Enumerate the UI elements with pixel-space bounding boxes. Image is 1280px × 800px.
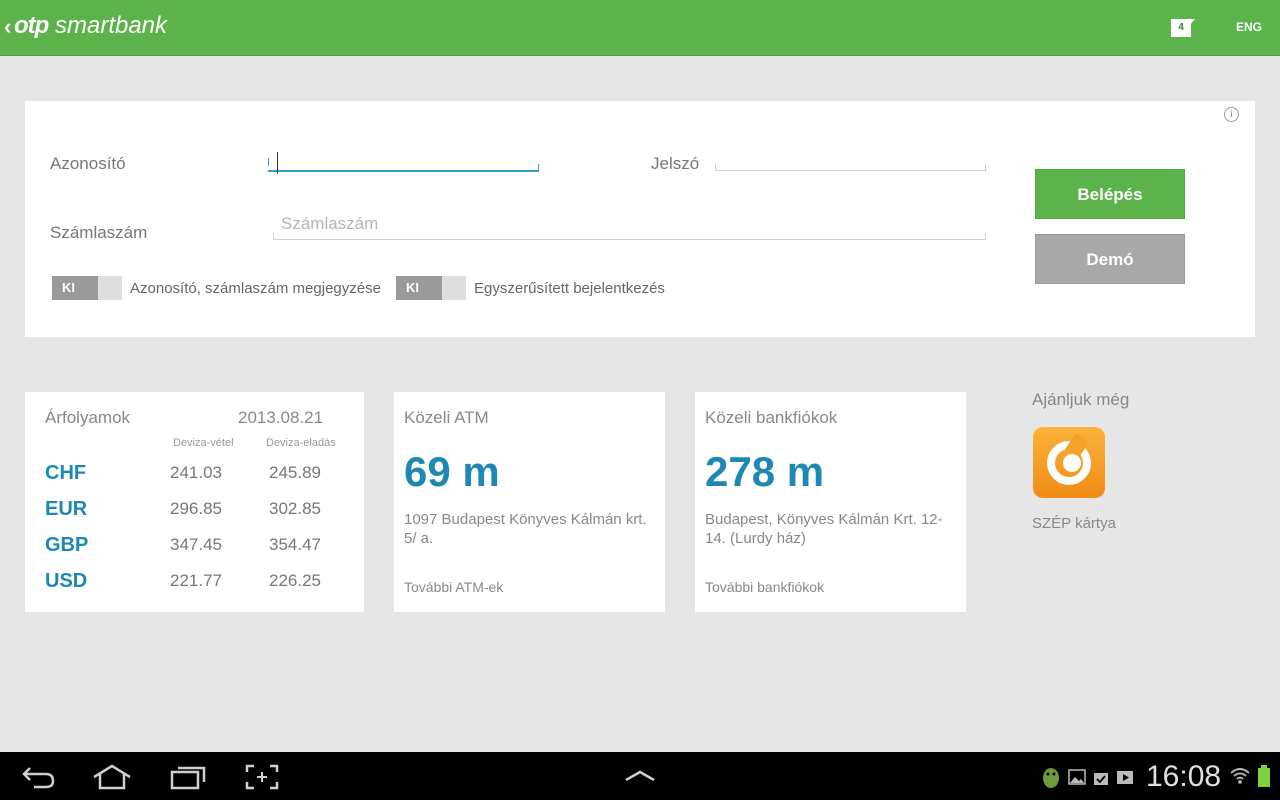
recent-apps-icon[interactable] xyxy=(170,764,206,790)
login-panel: i Azonosító Jelszó Számlaszám Számlaszám… xyxy=(25,101,1255,337)
sell-rate: 354.47 xyxy=(269,535,321,554)
nearby-branches-card[interactable]: Közeli bankfiókok 278 m Budapest, Könyve… xyxy=(695,392,966,612)
atm-title: Közeli ATM xyxy=(404,408,489,427)
rates-title: Árfolyamok xyxy=(45,408,131,427)
simple-login-toggle-label: Egyszerűsített bejelentkezés xyxy=(474,280,665,297)
system-clock: 16:08 xyxy=(1146,760,1222,793)
chevron-up-icon[interactable] xyxy=(624,770,656,782)
account-input[interactable]: Számlaszám xyxy=(273,210,986,240)
notification-tail-icon xyxy=(1189,19,1195,26)
app-header: ‹ otp smartbank 4 ENG xyxy=(0,0,1280,56)
info-icon[interactable]: i xyxy=(1224,107,1239,122)
more-branches-link[interactable]: További bankfiókok xyxy=(705,579,824,595)
branch-address: Budapest, Könyves Kálmán Krt. 12-14. (Lu… xyxy=(705,511,943,547)
buy-rate: 241.03 xyxy=(170,463,222,482)
buy-column-header: Deviza-vétel xyxy=(173,437,234,449)
remember-toggle-label: Azonosító, számlaszám megjegyzése xyxy=(130,280,381,297)
atm-address: 1097 Budapest Könyves Kálmán krt. 5/ a. xyxy=(404,511,647,547)
system-nav-bar: 16:08 xyxy=(0,752,1280,800)
home-icon[interactable] xyxy=(92,764,132,790)
szep-card-label[interactable]: SZÉP kártya xyxy=(1032,515,1116,532)
screenshot-icon[interactable] xyxy=(245,764,279,790)
buy-rate: 296.85 xyxy=(170,499,222,518)
nearby-atm-card[interactable]: Közeli ATM 69 m 1097 Budapest Könyves Ká… xyxy=(394,392,665,612)
logo-otp-text: otp xyxy=(14,12,49,39)
exchange-rates-card[interactable]: Árfolyamok 2013.08.21 Deviza-vétel Deviz… xyxy=(25,392,364,612)
atm-distance: 69 m xyxy=(404,448,500,495)
back-icon[interactable] xyxy=(22,764,56,790)
login-button[interactable]: Belépés xyxy=(1035,169,1185,219)
remember-toggle[interactable]: KI xyxy=(52,276,122,300)
branch-title: Közeli bankfiókok xyxy=(705,408,838,427)
wifi-icon xyxy=(1230,768,1250,784)
more-atms-link[interactable]: További ATM-ek xyxy=(404,579,503,595)
notification-badge[interactable]: 4 xyxy=(1171,19,1195,37)
sell-rate: 226.25 xyxy=(269,571,321,590)
store-bag-icon xyxy=(1094,773,1108,785)
id-label: Azonosító xyxy=(50,154,126,173)
gallery-icon xyxy=(1068,769,1086,785)
buy-rate: 221.77 xyxy=(170,571,222,590)
szep-card-app-icon[interactable] xyxy=(1033,427,1105,498)
sell-rate: 302.85 xyxy=(269,499,321,518)
buy-rate: 347.45 xyxy=(170,535,222,554)
play-store-icon xyxy=(1117,771,1133,784)
language-switch[interactable]: ENG xyxy=(1236,20,1262,34)
back-chevron-icon[interactable]: ‹ xyxy=(4,14,11,40)
logo-smartbank-text: smartbank xyxy=(48,12,168,39)
recommend-title: Ajánljuk még xyxy=(1032,390,1130,409)
otp-smartbank-logo: otp smartbank xyxy=(14,12,167,40)
simple-login-toggle[interactable]: KI xyxy=(396,276,466,300)
id-input[interactable] xyxy=(268,142,539,174)
branch-distance: 278 m xyxy=(705,448,825,495)
notification-count: 4 xyxy=(1171,19,1191,37)
account-placeholder: Számlaszám xyxy=(281,214,379,233)
rates-date: 2013.08.21 xyxy=(238,408,324,427)
battery-icon xyxy=(1258,765,1270,787)
password-input[interactable] xyxy=(715,141,986,171)
sell-rate: 245.89 xyxy=(269,463,321,482)
password-label: Jelszó xyxy=(651,154,700,173)
demo-button[interactable]: Demó xyxy=(1035,234,1185,284)
currency-code: EUR xyxy=(45,498,88,520)
currency-code: USD xyxy=(45,570,88,592)
text-caret xyxy=(277,152,278,174)
android-debug-icon xyxy=(1043,768,1059,788)
account-label: Számlaszám xyxy=(50,223,148,242)
sell-column-header: Deviza-eladás xyxy=(266,437,336,449)
currency-code: GBP xyxy=(45,534,89,556)
currency-code: CHF xyxy=(45,462,87,484)
